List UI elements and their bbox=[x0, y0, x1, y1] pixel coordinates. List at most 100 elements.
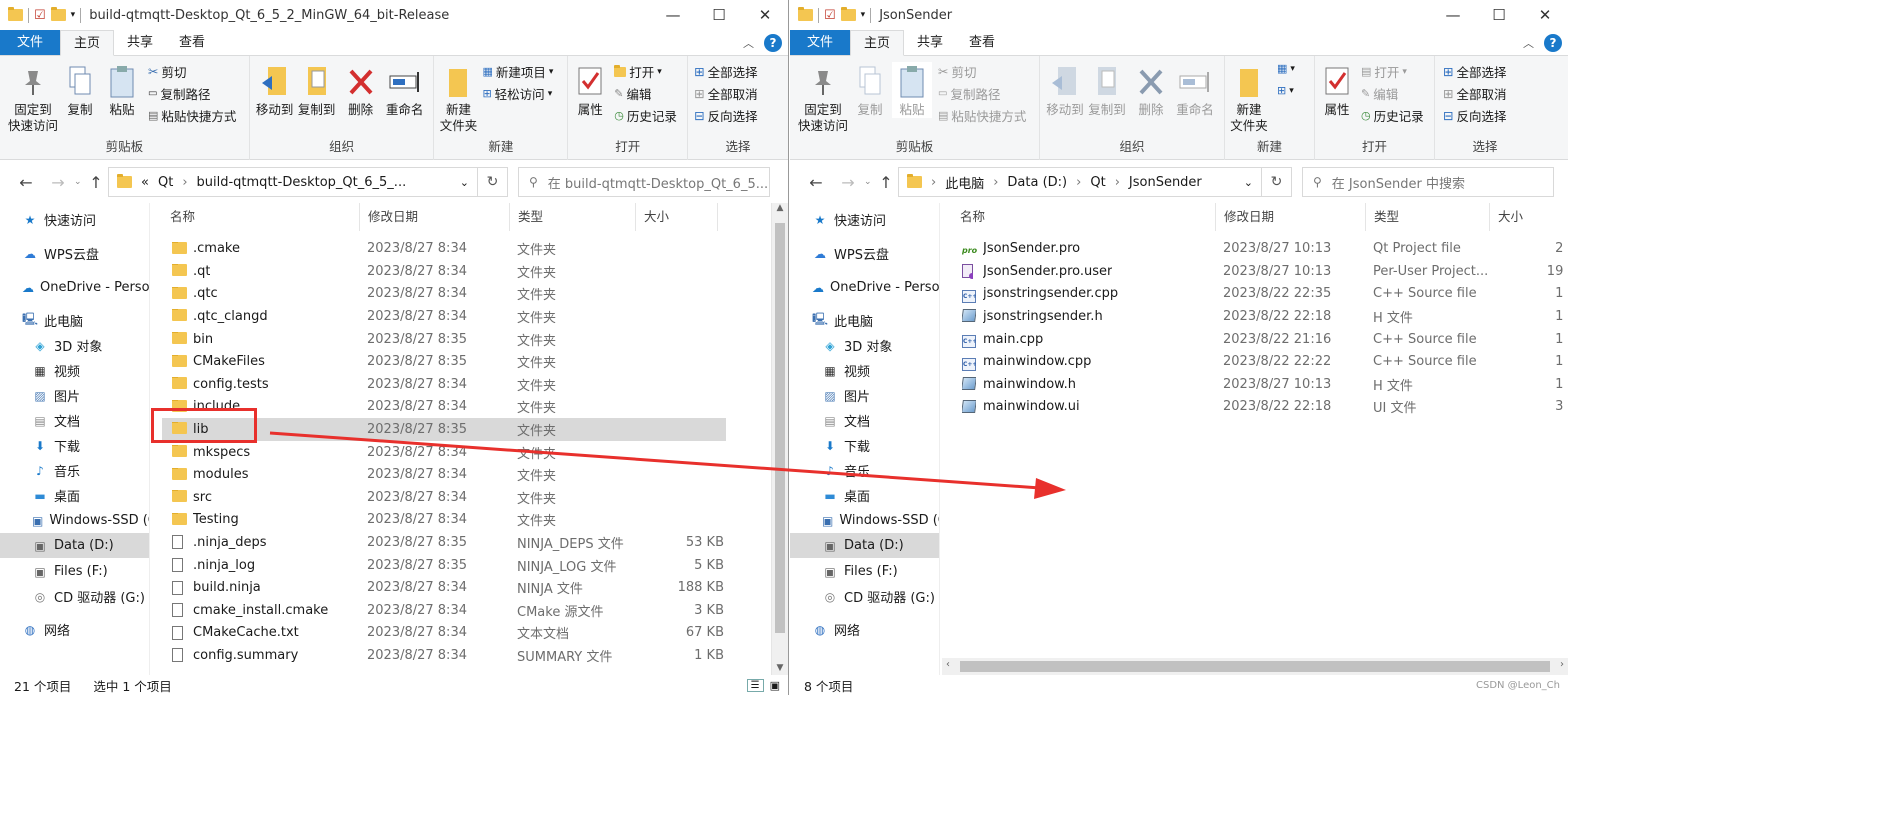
nav-item[interactable]: ▣ Data (D:) bbox=[790, 533, 939, 558]
close-icon[interactable]: ✕ bbox=[742, 6, 788, 24]
paste-button[interactable]: 粘贴 bbox=[892, 62, 932, 118]
table-row[interactable]: C++ main.cpp 2023/8/22 21:16 C++ Source fil… bbox=[952, 328, 1568, 351]
invert-selection-button[interactable]: ⊟ 反向选择 bbox=[694, 106, 758, 125]
copy-to-button[interactable]: 复制到 bbox=[296, 62, 338, 118]
easy-access-button[interactable]: ⊞ ▾ bbox=[1277, 84, 1294, 97]
nav-item[interactable]: ☁ OneDrive - Perso bbox=[0, 275, 149, 300]
nav-item[interactable]: ▣ Data (D:) bbox=[0, 533, 149, 558]
minimize-icon[interactable]: — bbox=[650, 6, 696, 24]
properties-check-icon[interactable]: ☑ bbox=[34, 8, 46, 23]
vertical-scrollbar[interactable]: ▲ ▼ bbox=[771, 203, 788, 675]
new-folder-icon[interactable] bbox=[50, 7, 66, 21]
nav-item[interactable]: ⬇ 下载 bbox=[0, 433, 149, 458]
select-none-button[interactable]: ⊞ 全部取消 bbox=[1443, 84, 1507, 103]
chevron-down-icon[interactable]: ▾ bbox=[71, 10, 76, 20]
table-row[interactable]: .qtc 2023/8/27 8:34 文件夹 bbox=[162, 283, 726, 306]
open-button[interactable]: 打开 ▾ bbox=[614, 62, 662, 81]
copy-button[interactable]: 复制 bbox=[852, 62, 888, 118]
table-row[interactable]: config.summary 2023/8/27 8:34 SUMMARY 文件 1 … bbox=[162, 644, 726, 667]
nav-item[interactable]: ◍ 网络 bbox=[0, 617, 149, 642]
recent-chevron-icon[interactable]: ⌄ bbox=[864, 177, 874, 187]
collapse-ribbon-icon[interactable]: ︿ bbox=[743, 35, 754, 51]
breadcrumb-jsonsender[interactable]: JsonSender bbox=[1129, 175, 1202, 190]
minimize-icon[interactable]: — bbox=[1430, 6, 1476, 24]
paste-button[interactable]: 粘贴 bbox=[104, 62, 140, 118]
move-to-button[interactable]: 移动到 bbox=[254, 62, 296, 118]
table-row[interactable]: Testing 2023/8/27 8:34 文件夹 bbox=[162, 509, 726, 532]
copy-button[interactable]: 复制 bbox=[62, 62, 98, 118]
nav-item[interactable]: ☁ WPS云盘 bbox=[790, 241, 939, 266]
nav-item[interactable]: ▬ 桌面 bbox=[790, 483, 939, 508]
column-date[interactable]: 修改日期 bbox=[1216, 203, 1366, 231]
nav-item[interactable]: ☁ OneDrive - Perso bbox=[790, 275, 939, 300]
table-row[interactable]: C++ mainwindow.cpp 2023/8/22 22:22 C++ Sour… bbox=[952, 351, 1568, 374]
nav-item[interactable]: ◈ 3D 对象 bbox=[790, 333, 939, 358]
breadcrumb-data-d[interactable]: Data (D:) bbox=[1007, 175, 1067, 190]
nav-item[interactable]: ▣ Windows-SSD (C bbox=[0, 508, 149, 533]
nav-item[interactable]: ▣ Windows-SSD (C bbox=[790, 508, 939, 533]
copy-path-button[interactable]: ▭ 复制路径 bbox=[148, 84, 210, 103]
forward-arrow-icon[interactable]: → bbox=[832, 173, 864, 192]
nav-item[interactable]: ♪ 音乐 bbox=[790, 458, 939, 483]
new-folder-button[interactable]: 新建 文件夹 bbox=[436, 62, 480, 134]
help-icon[interactable]: ? bbox=[764, 33, 782, 52]
forward-arrow-icon[interactable]: → bbox=[42, 173, 74, 192]
nav-item[interactable]: ▦ 视频 bbox=[790, 358, 939, 383]
table-row[interactable]: config.tests 2023/8/27 8:34 文件夹 bbox=[162, 373, 726, 396]
cut-button[interactable]: ✂ 剪切 bbox=[938, 62, 977, 81]
paste-shortcut-button[interactable]: ▤ 粘贴快捷方式 bbox=[938, 106, 1026, 125]
nav-item[interactable]: ◍ 网络 bbox=[790, 617, 939, 642]
nav-item[interactable]: ☁ WPS云盘 bbox=[0, 241, 149, 266]
easy-access-button[interactable]: ⊞ 轻松访问 ▾ bbox=[482, 84, 552, 103]
breadcrumb-qt[interactable]: Qt bbox=[158, 175, 173, 190]
horizontal-scrollbar[interactable]: ‹ › bbox=[942, 658, 1568, 675]
tab-file[interactable]: 文件 bbox=[0, 30, 61, 55]
table-row[interactable]: bin 2023/8/27 8:35 文件夹 bbox=[162, 328, 726, 351]
back-arrow-icon[interactable]: ← bbox=[10, 173, 42, 192]
collapse-ribbon-icon[interactable]: ︿ bbox=[1523, 35, 1534, 51]
nav-item[interactable]: ⬇ 下载 bbox=[790, 433, 939, 458]
pin-quick-access-button[interactable]: 固定到 快速访问 bbox=[796, 62, 850, 134]
delete-button[interactable]: 删除 bbox=[1134, 62, 1168, 118]
column-type[interactable]: 类型 bbox=[1366, 203, 1490, 231]
tab-home[interactable]: 主页 bbox=[850, 30, 905, 56]
close-icon[interactable]: ✕ bbox=[1522, 6, 1568, 24]
column-size[interactable]: 大小 bbox=[636, 203, 718, 231]
delete-button[interactable]: 删除 bbox=[344, 62, 378, 118]
table-row[interactable]: JsonSender.pro.user 2023/8/27 10:13 Per-Us… bbox=[952, 260, 1568, 283]
nav-item[interactable]: 🖳 此电脑 bbox=[0, 308, 149, 333]
tab-share[interactable]: 共享 bbox=[114, 30, 166, 55]
paste-shortcut-button[interactable]: ▤ 粘贴快捷方式 bbox=[148, 106, 236, 125]
table-row[interactable]: cmake_install.cmake 2023/8/27 8:34 CMake 源… bbox=[162, 599, 726, 622]
tab-home[interactable]: 主页 bbox=[60, 30, 115, 56]
nav-item[interactable]: ▤ 文档 bbox=[790, 408, 939, 433]
up-arrow-icon[interactable]: ↑ bbox=[84, 173, 108, 192]
help-icon[interactable]: ? bbox=[1544, 33, 1562, 52]
recent-chevron-icon[interactable]: ⌄ bbox=[74, 177, 84, 187]
nav-item[interactable]: ◎ CD 驱动器 (G:) bbox=[790, 584, 939, 609]
select-all-button[interactable]: ⊞ 全部选择 bbox=[1443, 62, 1507, 81]
table-row[interactable]: .cmake 2023/8/27 8:34 文件夹 bbox=[162, 238, 726, 261]
column-name[interactable]: 名称 bbox=[952, 203, 1216, 231]
up-arrow-icon[interactable]: ↑ bbox=[874, 173, 898, 192]
nav-item[interactable]: ▨ 图片 bbox=[790, 383, 939, 408]
column-date[interactable]: 修改日期 bbox=[360, 203, 510, 231]
table-row[interactable]: mainwindow.h 2023/8/27 10:13 H 文件 1 K bbox=[952, 373, 1568, 396]
nav-item[interactable]: ▨ 图片 bbox=[0, 383, 149, 408]
edit-button[interactable]: ✎ 编辑 bbox=[1361, 84, 1398, 103]
breadcrumb-this-pc[interactable]: 此电脑 bbox=[945, 173, 984, 192]
breadcrumb-qt[interactable]: Qt bbox=[1090, 175, 1105, 190]
invert-selection-button[interactable]: ⊟ 反向选择 bbox=[1443, 106, 1507, 125]
scrollbar-thumb[interactable] bbox=[960, 661, 1550, 672]
tab-view[interactable]: 查看 bbox=[166, 30, 218, 55]
move-to-button[interactable]: 移动到 bbox=[1044, 62, 1086, 118]
nav-item[interactable]: ◎ CD 驱动器 (G:) bbox=[0, 584, 149, 609]
open-button[interactable]: ▤ 打开 ▾ bbox=[1361, 62, 1407, 81]
maximize-icon[interactable]: ☐ bbox=[696, 6, 742, 24]
table-row[interactable]: build.ninja 2023/8/27 8:34 NINJA 文件 188 KB bbox=[162, 577, 726, 600]
cut-button[interactable]: ✂ 剪切 bbox=[148, 62, 187, 81]
new-item-button[interactable]: ▦ ▾ bbox=[1277, 62, 1295, 75]
nav-item[interactable]: ▬ 桌面 bbox=[0, 483, 149, 508]
table-row[interactable]: src 2023/8/27 8:34 文件夹 bbox=[162, 486, 726, 509]
nav-item[interactable]: ▣ Files (F:) bbox=[790, 559, 939, 584]
